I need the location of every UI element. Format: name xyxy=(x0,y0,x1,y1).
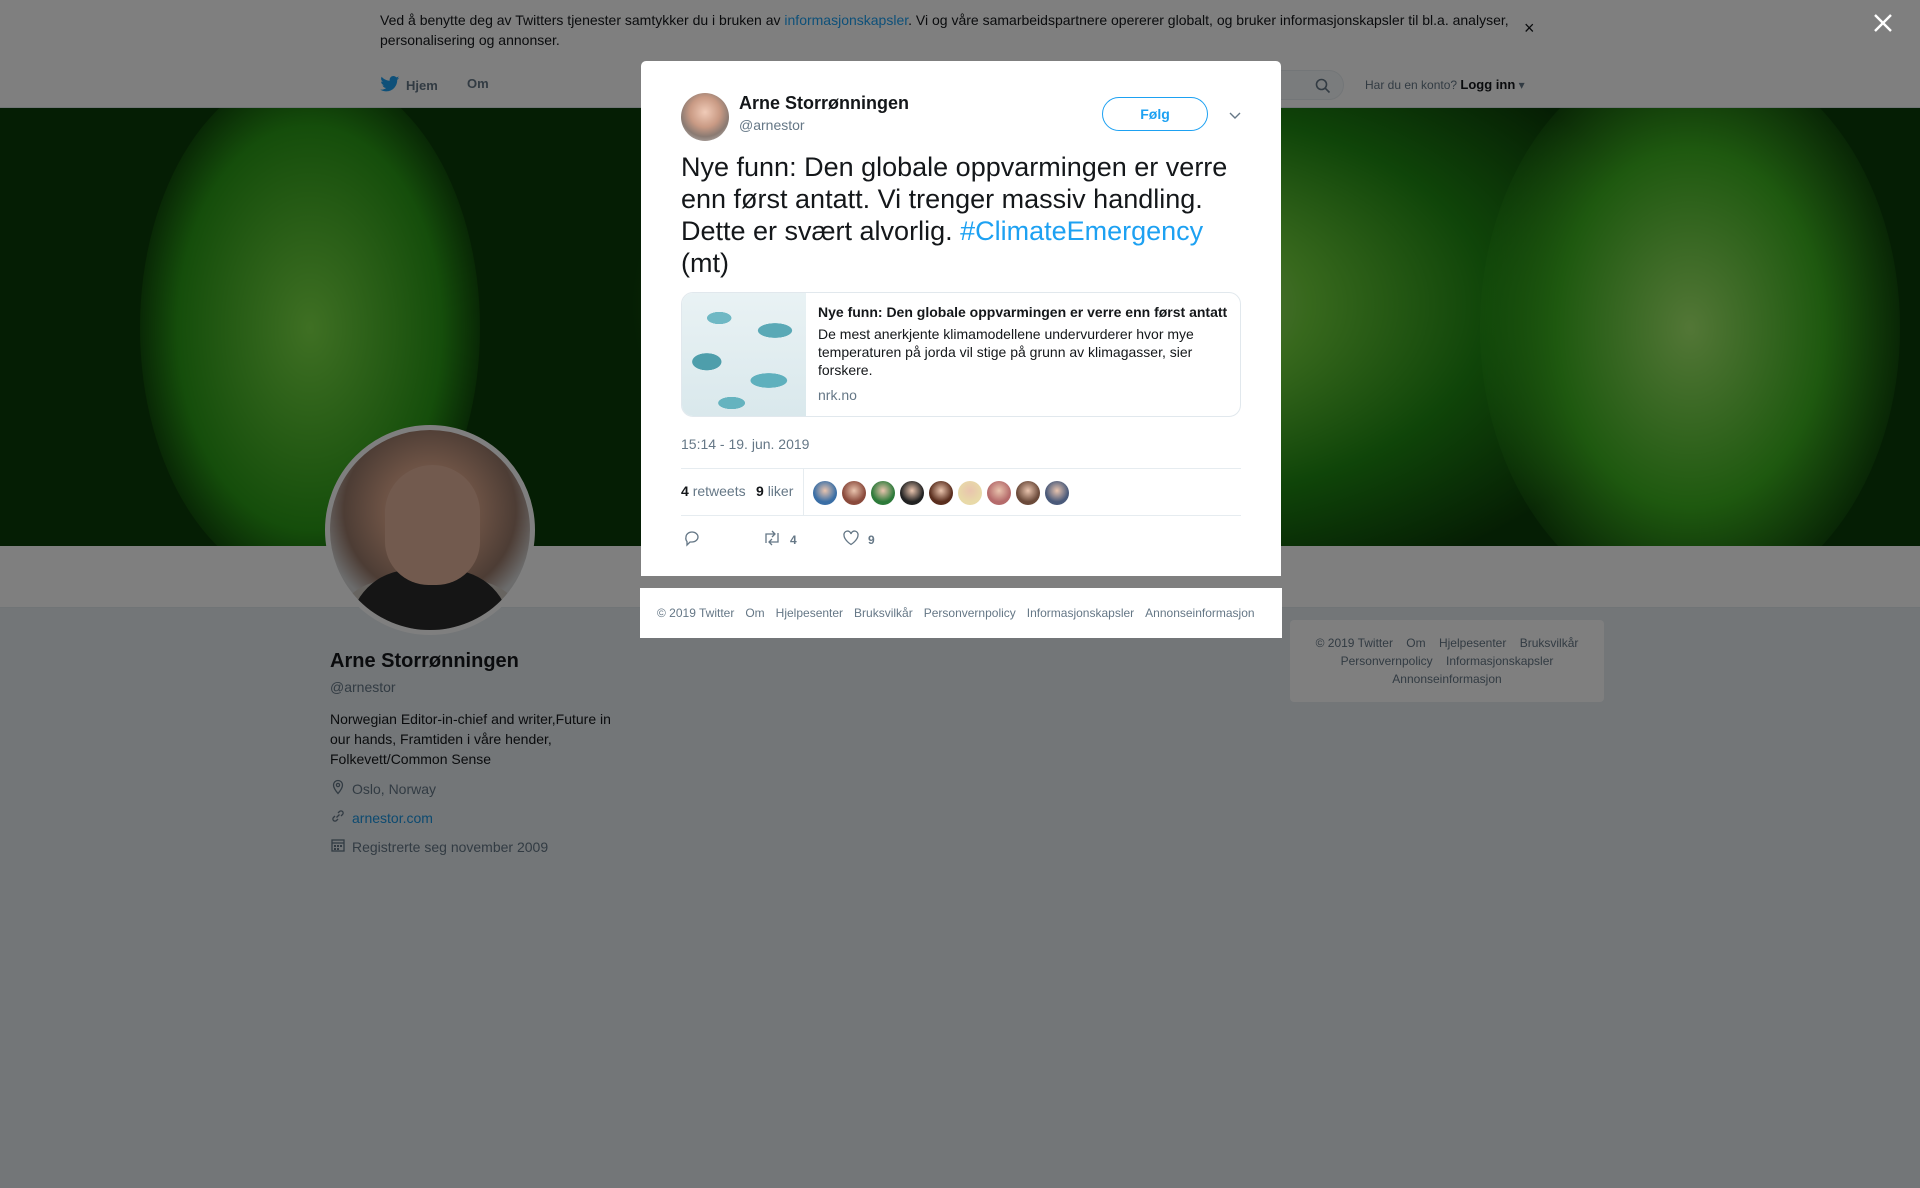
modal-footer-copyright: © 2019 Twitter xyxy=(657,606,735,620)
modal-footer-privacy[interactable]: Personvernpolicy xyxy=(924,606,1016,620)
like-button[interactable]: 9 xyxy=(842,529,875,550)
reply-icon xyxy=(683,529,701,550)
heart-icon xyxy=(842,529,860,550)
liker-avatar[interactable] xyxy=(900,481,924,505)
link-card-body: Nye funn: Den globale oppvarmingen er ve… xyxy=(818,303,1228,403)
tweet-timestamp[interactable]: 15:14 - 19. jun. 2019 xyxy=(681,436,809,452)
tweet-text-end: (mt) xyxy=(681,248,729,278)
chevron-down-icon[interactable] xyxy=(1225,105,1245,125)
likes-stat[interactable]: 9 liker xyxy=(756,483,793,499)
like-count: 9 xyxy=(868,532,875,547)
tweet-author-avatar[interactable] xyxy=(681,93,729,141)
link-card-image xyxy=(682,293,806,416)
liker-avatar[interactable] xyxy=(929,481,953,505)
modal-footer-help[interactable]: Hjelpesenter xyxy=(776,606,843,620)
liker-avatar[interactable] xyxy=(958,481,982,505)
modal-footer-cookies[interactable]: Informasjonskapsler xyxy=(1027,606,1134,620)
liker-avatar[interactable] xyxy=(813,481,837,505)
retweets-stat[interactable]: 4 retweets xyxy=(681,483,746,499)
tweet-stats: 4 retweets 9 liker xyxy=(681,468,1241,516)
link-card-title: Nye funn: Den globale oppvarmingen er ve… xyxy=(818,304,1228,320)
tweet-author-handle[interactable]: @arnestor xyxy=(739,117,805,133)
link-card-description: De mest anerkjente klimamodellene underv… xyxy=(818,326,1194,378)
reply-button[interactable] xyxy=(683,529,701,550)
retweet-button[interactable]: 4 xyxy=(762,529,797,550)
retweets-label: retweets xyxy=(692,483,746,499)
modal-footer: © 2019 Twitter Om Hjelpesenter Bruksvilk… xyxy=(640,588,1282,638)
retweet-count: 4 xyxy=(790,532,797,547)
likers-avatars xyxy=(813,481,1069,505)
liker-avatar[interactable] xyxy=(1045,481,1069,505)
modal-footer-ads[interactable]: Annonseinformasjon xyxy=(1145,606,1254,620)
tweet-hashtag[interactable]: #ClimateEmergency xyxy=(960,216,1203,246)
link-card-domain: nrk.no xyxy=(818,387,857,403)
tweet-author-name[interactable]: Arne Storrønningen xyxy=(739,93,909,114)
follow-button[interactable]: Følg xyxy=(1102,97,1208,131)
close-icon[interactable] xyxy=(1872,10,1894,40)
tweet-modal: Arne Storrønningen @arnestor Følg Nye fu… xyxy=(641,61,1281,576)
retweet-icon xyxy=(762,529,782,550)
liker-avatar[interactable] xyxy=(842,481,866,505)
tweet-text: Nye funn: Den globale oppvarmingen er ve… xyxy=(681,151,1251,279)
tweet-actions: 4 9 xyxy=(681,529,1241,553)
liker-avatar[interactable] xyxy=(987,481,1011,505)
likes-label: liker xyxy=(767,483,794,499)
liker-avatar[interactable] xyxy=(1016,481,1040,505)
link-card[interactable]: Nye funn: Den globale oppvarmingen er ve… xyxy=(681,292,1241,417)
liker-avatar[interactable] xyxy=(871,481,895,505)
likes-count: 9 xyxy=(756,483,764,499)
modal-footer-terms[interactable]: Bruksvilkår xyxy=(854,606,913,620)
modal-footer-about[interactable]: Om xyxy=(745,606,764,620)
stats-divider xyxy=(803,469,804,516)
retweets-count: 4 xyxy=(681,483,689,499)
